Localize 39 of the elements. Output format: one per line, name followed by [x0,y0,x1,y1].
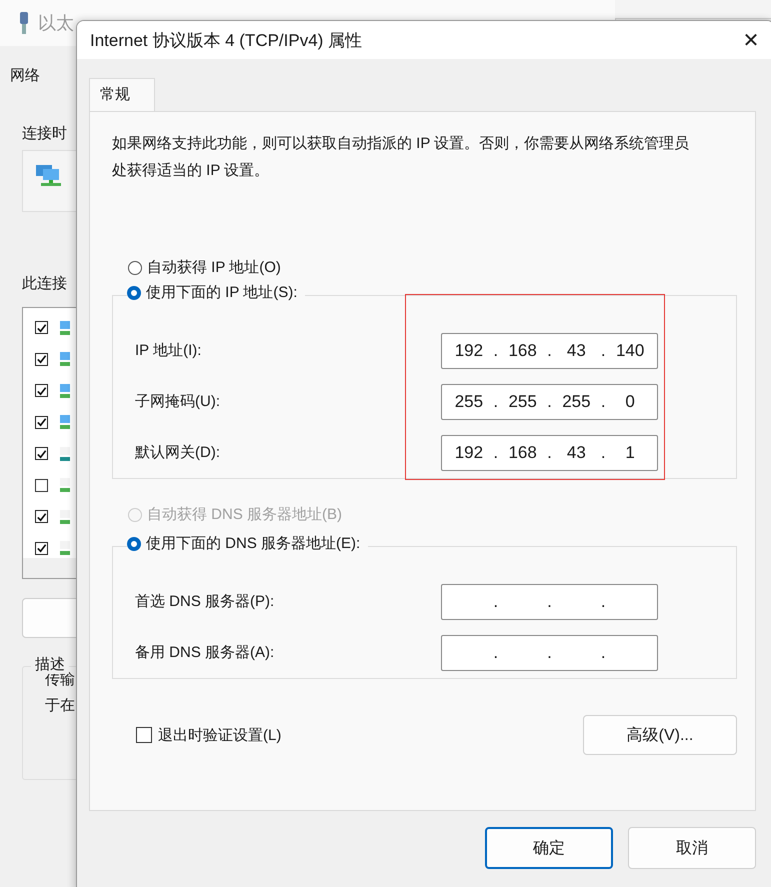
ip-address-field[interactable]: 192 . 168 . 43 . 140 [441,332,658,368]
radio-button[interactable] [127,536,141,550]
checkbox[interactable] [35,510,48,524]
field-label: 首选 DNS 服务器(P): [135,592,276,611]
checkbox[interactable] [35,478,48,492]
group-title: 描述 [31,655,69,674]
checkbox[interactable] [35,321,48,334]
ip-address-field[interactable]: 255 . 255 . 255 . 0 [441,384,658,420]
checkbox[interactable] [35,384,48,398]
ok-button[interactable]: 确定 [485,827,613,869]
dialog-title: Internet 协议版本 4 (TCP/IPv4) 属性 [90,30,362,52]
field-label: IP 地址(I): [135,341,202,360]
field-label: 备用 DNS 服务器(A): [135,643,276,662]
ethernet-icon [18,12,30,34]
window-title: 以太 [38,12,74,35]
close-button[interactable]: ✕ [728,21,771,59]
advanced-button[interactable]: 高级(V)... [583,715,737,755]
tab[interactable]: 常规 [89,78,155,112]
checkbox-label[interactable]: 退出时验证设置(L) [158,726,282,744]
intro-text: 如果网络支持此功能，则可以获取自动指派的 IP 设置。否则，你需要从网络系统管理员处获得适当的 IP 设置。 [112,134,690,181]
cancel-button[interactable]: 取消 [628,827,756,869]
checkbox[interactable] [35,447,48,460]
network-icon [35,163,61,187]
field-label: 默认网关(D): [135,443,221,462]
radio-label[interactable]: 自动获得 IP 地址(O) [147,258,281,277]
ip-address-field[interactable]: . . . [441,634,658,670]
section-label: 连接时 [22,124,67,143]
checkbox[interactable] [136,727,152,743]
checkbox[interactable] [35,352,48,366]
checkbox[interactable] [35,542,48,555]
ip-address-field[interactable]: 192 . 168 . 43 . 1 [441,434,658,470]
ip-address-field[interactable]: . . . [441,584,658,620]
radio-button[interactable] [127,286,141,300]
section-label: 此连接 [22,274,67,293]
checkbox[interactable] [35,416,48,429]
tab-label[interactable]: 网络 [10,66,40,85]
field-label: 子网掩码(U): [135,392,221,411]
radio-button[interactable] [128,260,142,274]
description-text: 于在 [44,696,76,716]
